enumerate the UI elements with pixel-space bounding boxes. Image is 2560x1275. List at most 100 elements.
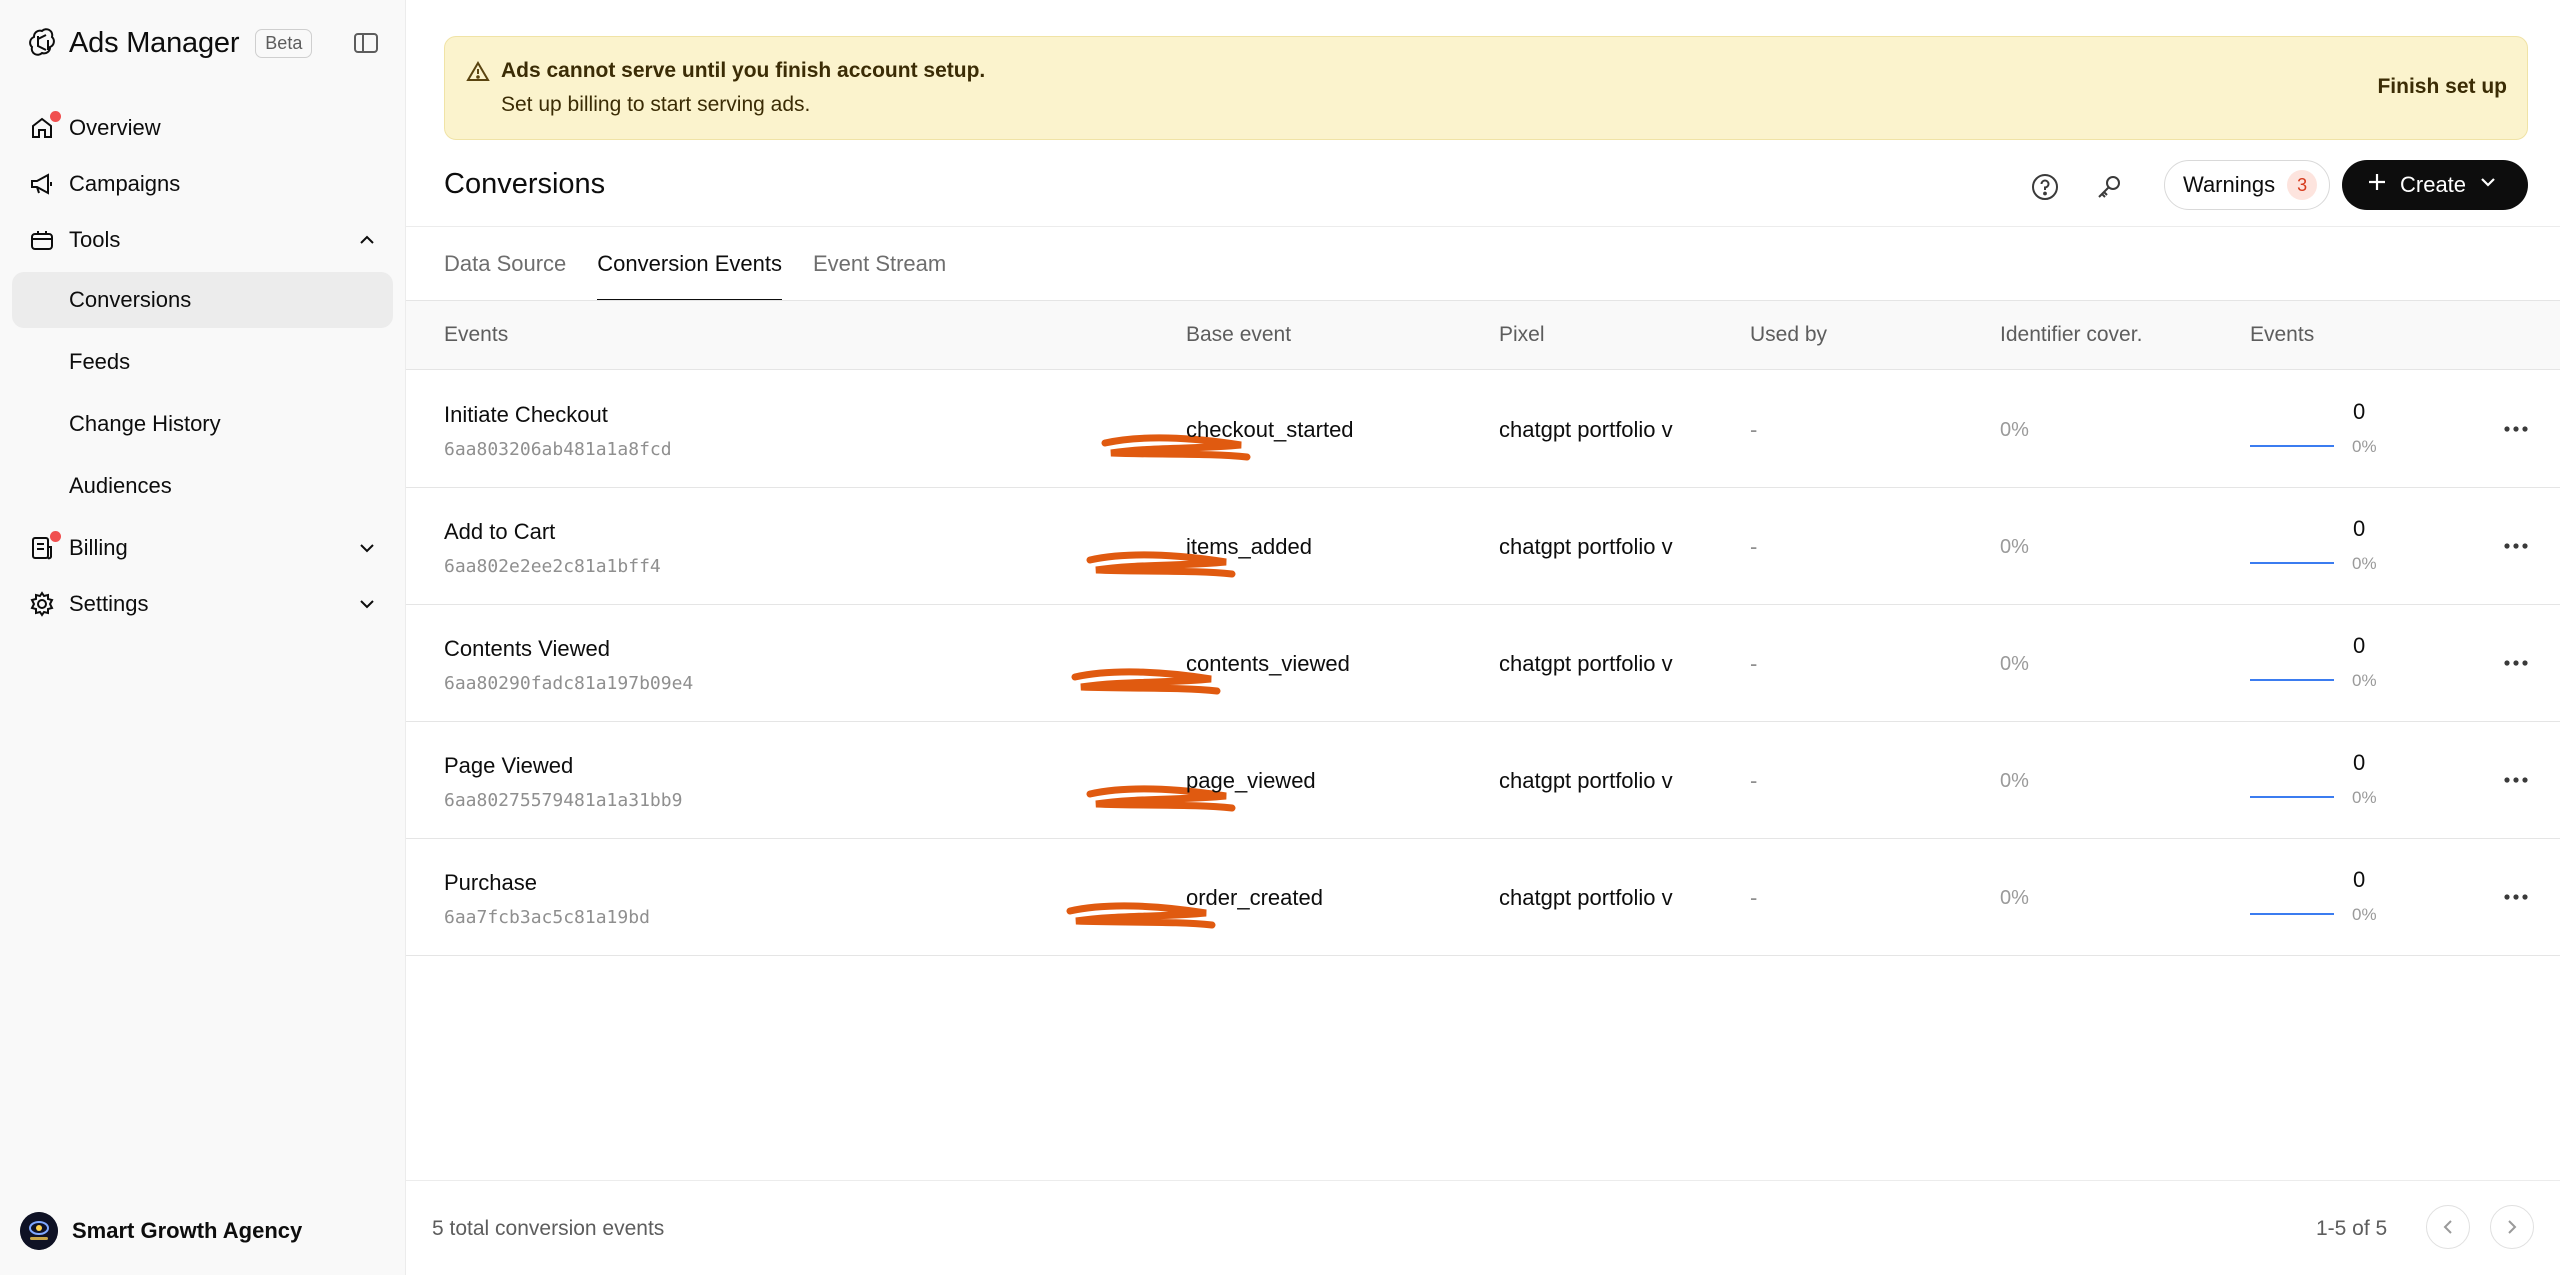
events-percent: 0% (2352, 671, 2377, 690)
events-count: 0 (2353, 516, 2366, 541)
event-name[interactable]: Contents Viewed (444, 636, 610, 662)
organization-name: Smart Growth Agency (72, 1218, 303, 1243)
sidebar-item-label: Tools (69, 227, 121, 252)
app-title: Ads Manager (69, 26, 240, 59)
used-by: - (1750, 768, 1758, 793)
notification-dot (50, 531, 61, 542)
sidebar-subitem-feeds[interactable]: Feeds (12, 334, 393, 390)
identifier-coverage: 0% (2000, 653, 2029, 675)
pixel-name: chatgpt portfolio v (1499, 651, 1673, 676)
identifier-coverage: 0% (2000, 536, 2029, 558)
pixel-name: chatgpt portfolio v (1499, 534, 1673, 559)
table-row[interactable]: Page Viewed 6aa80275579481a1a31bb9 page_… (406, 722, 2560, 839)
help-icon[interactable] (2028, 170, 2062, 204)
events-sparkline (2250, 913, 2334, 915)
create-label: Create (2400, 172, 2467, 197)
megaphone-icon (28, 170, 56, 198)
key-icon[interactable] (2092, 170, 2126, 204)
table-row[interactable]: Initiate Checkout 6aa803206ab481a1a8fcd … (406, 371, 2560, 488)
events-percent: 0% (2352, 437, 2377, 456)
total-count: 5 total conversion events (432, 1217, 665, 1240)
sidebar-item-overview[interactable]: Overview (0, 100, 405, 156)
warnings-button[interactable]: Warnings 3 (2164, 160, 2330, 210)
identifier-coverage: 0% (2000, 887, 2029, 909)
sidebar-item-settings[interactable]: Settings (0, 576, 405, 632)
sidebar-nav: Overview Campaigns Tools Conversions Fee… (0, 100, 405, 632)
event-id: 6aa80290fadc81a197b09e4 (444, 673, 694, 694)
sidebar-item-label: Overview (69, 115, 161, 140)
tab-data-source[interactable]: Data Source (444, 246, 566, 300)
events-percent: 0% (2352, 905, 2377, 924)
chevron-down-icon[interactable] (356, 593, 378, 615)
more-options-icon[interactable] (2500, 413, 2532, 445)
table-footer: 5 total conversion events 1-5 of 5 (406, 1180, 2560, 1275)
used-by: - (1750, 885, 1758, 910)
sidebar-subitem-change-history[interactable]: Change History (12, 396, 393, 452)
more-options-icon[interactable] (2500, 764, 2532, 796)
column-header-identifier-coverage[interactable]: Identifier cover. (2000, 323, 2142, 347)
more-options-icon[interactable] (2500, 647, 2532, 679)
events-count: 0 (2353, 750, 2366, 775)
pixel-name: chatgpt portfolio v (1499, 885, 1673, 910)
more-options-icon[interactable] (2500, 530, 2532, 562)
used-by: - (1750, 417, 1758, 442)
previous-page-button[interactable] (2426, 1205, 2470, 1249)
table-row[interactable]: Add to Cart 6aa802e2ee2c81a1bff4 items_a… (406, 488, 2560, 605)
sidebar: Ads Manager Beta Overview Campaigns Tool… (0, 0, 406, 1275)
events-sparkline (2250, 445, 2334, 447)
more-options-icon[interactable] (2500, 881, 2532, 913)
identifier-coverage: 0% (2000, 770, 2029, 792)
base-event: items_added (1186, 534, 1312, 559)
sidebar-subitem-audiences[interactable]: Audiences (12, 458, 393, 514)
main-content: Ads cannot serve until you finish accoun… (406, 0, 2560, 1275)
create-button[interactable]: Create (2342, 160, 2528, 210)
receipt-icon (28, 531, 61, 562)
event-id: 6aa80275579481a1a31bb9 (444, 790, 683, 811)
events-sparkline (2250, 562, 2334, 564)
used-by: - (1750, 651, 1758, 676)
sidebar-item-tools[interactable]: Tools (0, 212, 405, 268)
base-event: checkout_started (1186, 417, 1354, 442)
column-header-used-by[interactable]: Used by (1750, 323, 1827, 347)
table-row[interactable]: Contents Viewed 6aa80290fadc81a197b09e4 … (406, 605, 2560, 722)
pagination-range: 1-5 of 5 (2316, 1217, 2388, 1240)
events-sparkline (2250, 679, 2334, 681)
event-name[interactable]: Purchase (444, 870, 537, 896)
column-header-pixel[interactable]: Pixel (1499, 323, 1545, 347)
sidebar-toggle-icon[interactable] (353, 31, 379, 55)
finish-setup-button[interactable]: Finish set up (2377, 75, 2507, 99)
warning-triangle-icon (465, 59, 491, 85)
openai-logo-icon[interactable] (26, 27, 58, 59)
sidebar-subitem-conversions[interactable]: Conversions (12, 272, 393, 328)
chevron-down-icon[interactable] (356, 537, 378, 559)
events-count: 0 (2353, 633, 2366, 658)
column-header-events-count[interactable]: Events (2250, 323, 2314, 347)
events-count: 0 (2353, 399, 2366, 424)
warnings-label: Warnings (2183, 172, 2276, 197)
next-page-button[interactable] (2490, 1205, 2534, 1249)
home-icon (28, 111, 61, 142)
tab-bar: Data Source Conversion Events Event Stre… (444, 246, 977, 302)
base-event: order_created (1186, 885, 1323, 910)
event-name[interactable]: Add to Cart (444, 519, 555, 545)
column-header-events[interactable]: Events (444, 323, 508, 347)
event-name[interactable]: Page Viewed (444, 753, 573, 779)
sidebar-item-billing[interactable]: Billing (0, 520, 405, 576)
table-row[interactable]: Purchase 6aa7fcb3ac5c81a19bd order_creat… (406, 839, 2560, 956)
banner-title: Ads cannot serve until you finish accoun… (501, 59, 986, 82)
event-id: 6aa802e2ee2c81a1bff4 (444, 556, 661, 577)
sidebar-item-campaigns[interactable]: Campaigns (0, 156, 405, 212)
event-name[interactable]: Initiate Checkout (444, 402, 608, 428)
tab-event-stream[interactable]: Event Stream (813, 246, 946, 300)
sidebar-header: Ads Manager Beta (0, 0, 405, 86)
column-header-base-event[interactable]: Base event (1186, 323, 1291, 347)
organization-switcher[interactable]: Smart Growth Agency (20, 1212, 302, 1250)
events-count: 0 (2353, 867, 2366, 892)
warnings-count-badge: 3 (2287, 170, 2318, 200)
tab-conversion-events[interactable]: Conversion Events (597, 246, 782, 302)
tools-icon (28, 226, 56, 254)
gear-icon (28, 590, 56, 618)
divider (406, 226, 2560, 227)
chevron-up-icon[interactable] (356, 229, 378, 251)
sidebar-item-label: Billing (69, 535, 128, 560)
